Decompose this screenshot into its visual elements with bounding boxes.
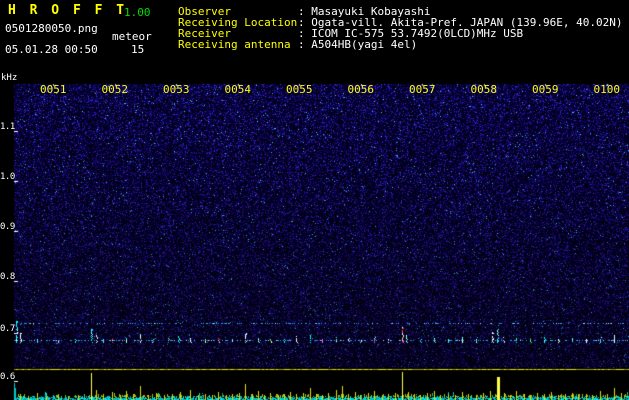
time-tick-label: 0055 [286,83,313,96]
time-tick-label: 0054 [224,83,252,96]
info-row: Receiving antenna : A504HB(yagi 4el) [178,39,623,50]
echo-count: 15 [131,43,145,56]
time-tick-label: 0051 [40,83,67,96]
hrofft-window: H R O F F T 1.00 0501280050.png meteor 0… [0,0,629,400]
app-title: H R O F F T [8,3,128,18]
freq-tick-label: 0.6 [0,372,15,382]
freq-tick-label: 1.0 [0,172,15,182]
time-tick-label: 0053 [163,83,190,96]
time-tick-label: 0100 [593,83,621,96]
info-label: Receiving antenna [178,38,291,51]
mode-label: meteor [112,30,152,43]
time-tick-label: 0057 [409,83,436,96]
freq-tick-label: 0.8 [0,272,15,282]
observer-info-block: Observer: Masayuki Kobayashi Receiving Lo… [178,6,623,50]
freq-tick-label: 0.7 [0,324,15,334]
freq-tick-label: 0.9 [0,222,15,232]
app-version: 1.00 [124,6,151,19]
output-filename: 0501280050.png [5,22,98,35]
spectrogram-canvas [0,0,629,400]
time-tick-label: 0059 [532,83,559,96]
freq-tick-label: 1.1 [0,122,15,132]
time-tick-label: 0052 [101,83,129,96]
time-tick-label: 0058 [470,83,498,96]
freq-axis-unit: kHz [1,73,18,83]
datetime-label: 05.01.28 00:50 [5,43,98,56]
time-tick-label: 0056 [347,83,375,96]
info-value: : A504HB(yagi 4el) [298,38,418,51]
